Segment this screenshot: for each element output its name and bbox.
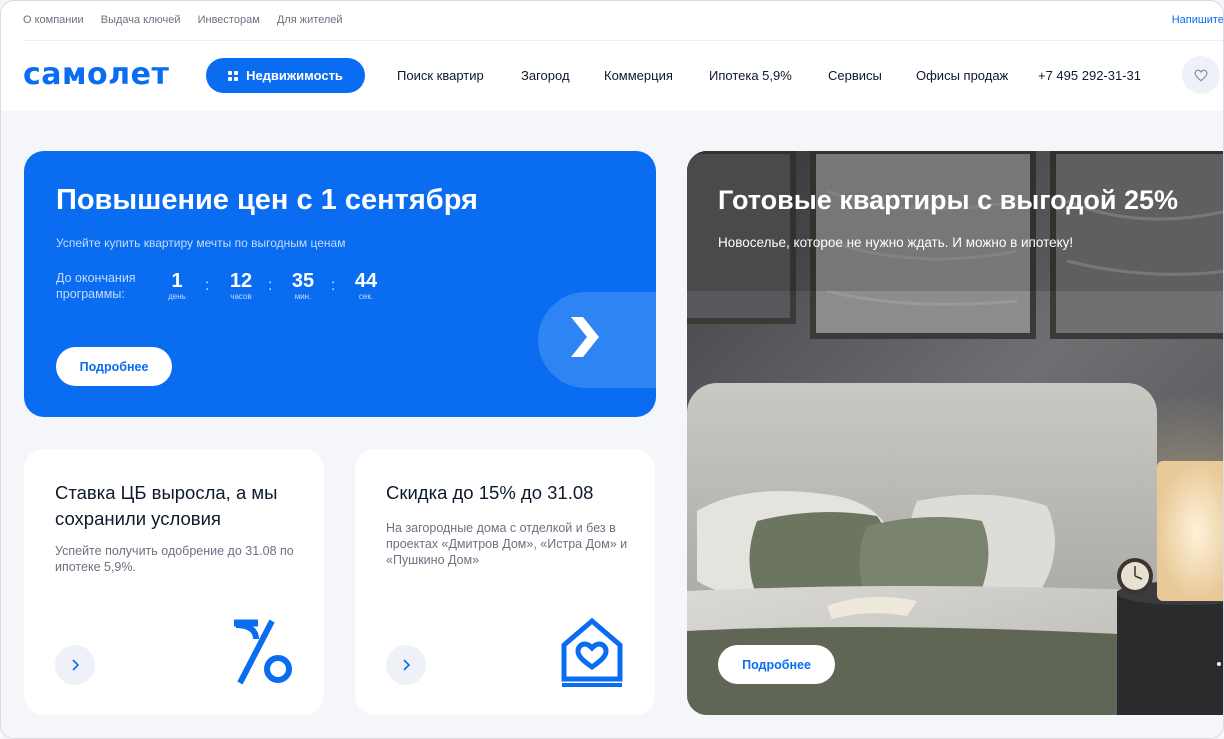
countdown-days-value: 1 xyxy=(171,270,183,292)
chevron-right-icon[interactable] xyxy=(567,313,603,363)
heart-icon xyxy=(1194,69,1208,82)
logo[interactable]: самолет xyxy=(23,57,169,92)
photo-banner-more-button[interactable]: Подробнее xyxy=(718,645,835,684)
countdown-separator: : xyxy=(205,277,210,294)
promo-more-button[interactable]: Подробнее xyxy=(56,347,172,386)
card-title: Ставка ЦБ выросла, а мы сохранили услови… xyxy=(55,482,278,529)
top-link-investors[interactable]: Инвесторам xyxy=(198,14,260,26)
countdown-hours-value: 12 xyxy=(229,270,253,292)
chevron-right-icon xyxy=(72,659,79,671)
nav-item-services[interactable]: Сервисы xyxy=(828,68,882,83)
price-increase-banner[interactable]: Повышение цен с 1 сентября Успейте купит… xyxy=(24,151,656,417)
countdown-separator: : xyxy=(331,277,336,294)
countdown-seconds-value: 44 xyxy=(354,270,378,292)
house-heart-icon xyxy=(561,617,623,687)
nav-item-offices[interactable]: Офисы продаж xyxy=(916,68,1008,83)
countdown-hours-unit: часов xyxy=(230,292,252,301)
photo-banner-subtitle: Новоселье, которое не нужно ждать. И мож… xyxy=(718,235,1074,250)
slider-dot[interactable] xyxy=(1217,662,1221,666)
top-link-about[interactable]: О компании xyxy=(23,14,84,26)
promo-subtitle: Успейте купить квартиру мечты по выгодны… xyxy=(56,236,346,250)
countdown-minutes-unit: мин. xyxy=(294,292,312,301)
countdown-seconds-unit: сек. xyxy=(358,292,374,301)
site-header: О компании Выдача ключей Инвесторам Для … xyxy=(1,1,1223,111)
realty-menu-label: Недвижимость xyxy=(246,68,343,83)
top-link-residents[interactable]: Для жителей xyxy=(277,14,343,26)
countdown-days-unit: день xyxy=(168,292,186,301)
countdown-minutes: 35 мин. xyxy=(287,270,319,302)
countdown-hours: 12 часов xyxy=(224,270,258,302)
card-open-button[interactable] xyxy=(55,645,95,685)
write-us-link[interactable]: Напишите н xyxy=(1172,14,1223,26)
grid-icon xyxy=(228,70,239,81)
favorites-button[interactable] xyxy=(1182,56,1220,94)
header-divider xyxy=(23,40,1223,41)
realty-menu-button[interactable]: Недвижимость xyxy=(206,58,365,93)
nav-item-mortgage[interactable]: Ипотека 5,9% xyxy=(709,68,792,83)
chevron-right-icon xyxy=(403,659,410,671)
top-bar: О компании Выдача ключей Инвесторам Для … xyxy=(23,14,1223,30)
page-frame: О компании Выдача ключей Инвесторам Для … xyxy=(0,0,1224,739)
promo-title: Повышение цен с 1 сентября xyxy=(56,184,478,216)
percent-icon xyxy=(234,619,292,685)
countdown-days: 1 день xyxy=(164,270,190,302)
countdown-label: До окончания программы: xyxy=(56,271,136,301)
nav-item-commercial[interactable]: Коммерция xyxy=(604,68,673,83)
card-text: Успейте получить одобрение до 31.08 по и… xyxy=(55,544,294,574)
rate-offer-card[interactable]: Ставка ЦБ выросла, а мы сохранили услови… xyxy=(24,449,324,715)
card-title: Скидка до 15% до 31.08 xyxy=(386,482,594,503)
top-link-keys[interactable]: Выдача ключей xyxy=(101,14,181,26)
countdown-separator: : xyxy=(268,277,273,294)
card-open-button[interactable] xyxy=(386,645,426,685)
phone-number[interactable]: +7 495 292-31-31 xyxy=(1038,68,1141,83)
countdown-minutes-value: 35 xyxy=(291,270,315,292)
ready-apartments-banner[interactable]: Готовые квартиры с выгодой 25% Новоселье… xyxy=(687,151,1223,715)
photo-banner-title: Готовые квартиры с выгодой 25% xyxy=(718,185,1179,215)
countdown-seconds: 44 сек. xyxy=(350,270,382,302)
nav-item-country[interactable]: Загород xyxy=(521,68,570,83)
discount-offer-card[interactable]: Скидка до 15% до 31.08 На загородные дом… xyxy=(355,449,655,715)
nav-item-search[interactable]: Поиск квартир xyxy=(397,68,484,83)
card-text: На загородные дома с отделкой и без в пр… xyxy=(386,521,628,567)
